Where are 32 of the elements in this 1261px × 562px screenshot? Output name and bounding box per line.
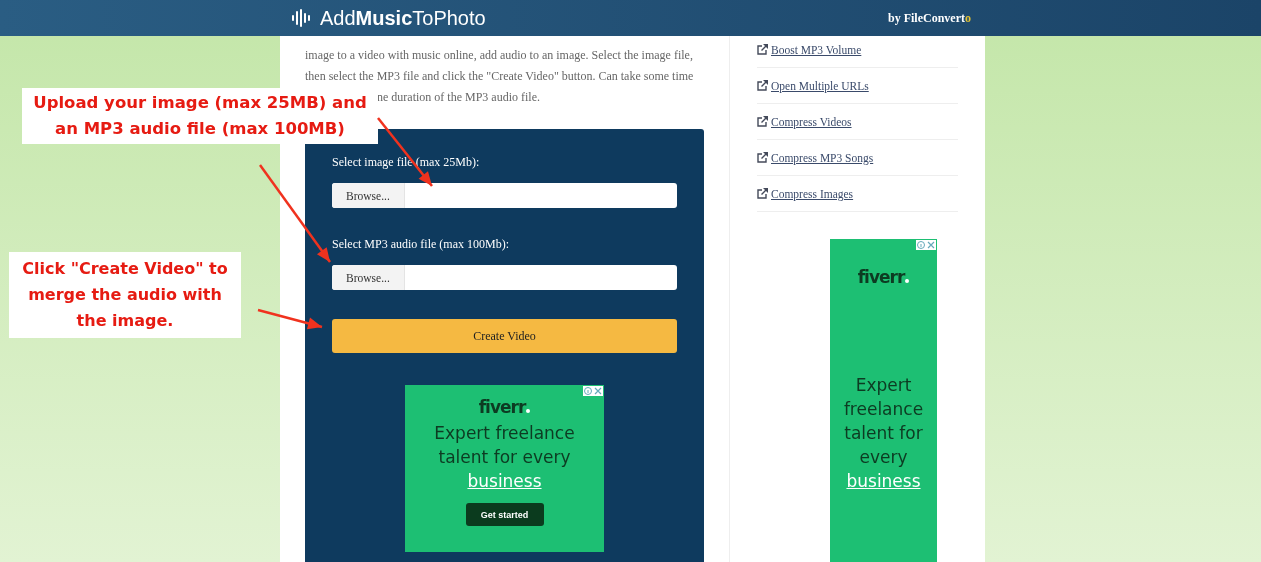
intro-text: image to a video with music online, add audio to an image. Select the image file, [305,47,694,64]
sidebar-link[interactable]: Compress Images [771,187,854,200]
create-video-button[interactable]: Create Video [332,319,677,353]
annotation-arrow [257,308,323,330]
annotation-callout: Upload your image (max 25MB) and an MP3 audio file (max 100MB) [22,88,378,144]
field-label: Select MP3 audio file (max 100Mb): [332,237,510,252]
intro-text: then select the MP3 file and click the "Create Video" button. Can take some time [305,68,695,85]
ad-choices-icon[interactable] [583,386,603,396]
external-link-icon [757,44,768,55]
sidebar-link[interactable]: Boost MP3 Volume [771,43,862,56]
external-link-icon [757,188,768,199]
field-label: Select image file (max 25Mb): [332,155,481,170]
annotation-callout: Click "Create Video" to merge the audio with the image. [9,252,241,338]
site-logo[interactable]: AddMusicToPhoto [320,6,486,30]
external-link-icon [757,80,768,91]
ad-choices-icon[interactable] [916,240,936,250]
byline-link[interactable]: by FileConverto [888,10,971,26]
ad-banner[interactable]: fiverr Expert freelance talent for every business Get started [405,385,604,552]
external-link-icon [757,152,768,163]
sidebar-link[interactable]: Open Multiple URLs [771,79,869,92]
external-link-icon [757,116,768,127]
ad-banner[interactable]: fiverr Expert freelance talent for every business [830,239,937,562]
file-input[interactable]: Browse... [332,183,677,208]
ad-brand: fiverr [405,397,604,417]
intro-text: ne duration of the MP3 audio file. [377,89,540,106]
sidebar-link[interactable]: Compress Videos [771,115,852,128]
sidebar-link[interactable]: Compress MP3 Songs [771,151,874,164]
file-input[interactable]: Browse... [332,265,677,290]
ad-headline: Expert freelance talent for every [433,422,576,469]
get-started-button[interactable]: Get started [465,503,544,526]
ad-brand: fiverr [830,267,937,287]
ad-headline: Expert freelance talent for every [842,374,925,469]
